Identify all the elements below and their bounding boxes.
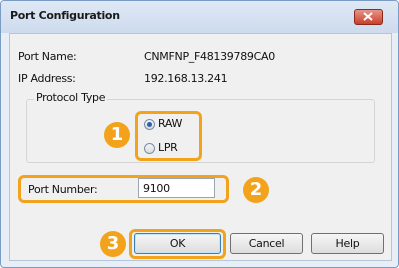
protocol-highlight (135, 111, 202, 161)
port-name-value: CNMFNP_F48139789CA0 (144, 50, 275, 63)
port-name-label: Port Name: (18, 50, 77, 63)
port-number-highlight (18, 175, 229, 203)
step-2-badge: 2 (243, 177, 269, 203)
ip-address-value: 192.168.13.241 (144, 72, 228, 85)
protocol-type-label: Protocol Type (34, 91, 108, 104)
cancel-button-label: Cancel (248, 237, 285, 250)
ip-address-label: IP Address: (18, 72, 76, 85)
window-title: Port Configuration (10, 9, 120, 22)
help-button-label: Help (335, 237, 360, 250)
cancel-button[interactable]: Cancel (230, 233, 303, 254)
ok-button-highlight (129, 229, 226, 259)
step-1-badge: 1 (104, 122, 130, 148)
close-button[interactable] (354, 9, 383, 25)
title-bar: Port Configuration (1, 1, 398, 33)
help-button[interactable]: Help (311, 233, 384, 254)
step-3-badge: 3 (100, 231, 126, 257)
close-icon (363, 12, 373, 21)
